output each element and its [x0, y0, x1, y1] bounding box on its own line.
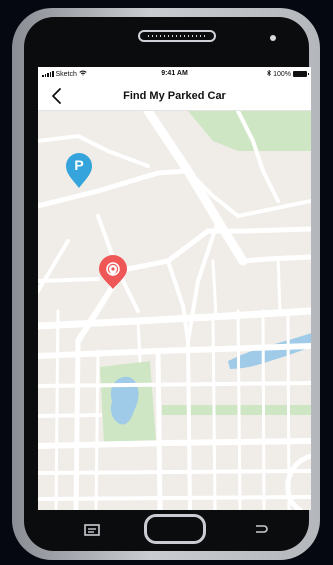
- home-button-icon[interactable]: [144, 514, 206, 544]
- navigation-bar: Find My Parked Car: [38, 82, 311, 111]
- bluetooth-icon: [267, 69, 272, 78]
- location-pin-icon[interactable]: [96, 255, 130, 291]
- front-camera: [270, 35, 276, 41]
- return-icon[interactable]: [254, 522, 268, 534]
- speaker-grille: [138, 30, 216, 42]
- device-bottom-bar: [38, 508, 311, 548]
- status-right: 100%: [267, 69, 309, 78]
- app-screen: Sketch 9:41 AM 100% Find My Parked Car P: [38, 67, 311, 510]
- map-view[interactable]: P: [38, 111, 311, 510]
- battery-percent: 100%: [273, 70, 291, 78]
- parking-pin-label: P: [74, 157, 84, 173]
- parking-pin-icon[interactable]: P: [64, 152, 94, 190]
- battery-icon: [293, 71, 309, 77]
- menu-icon[interactable]: [84, 523, 100, 536]
- page-title: Find My Parked Car: [123, 90, 226, 102]
- status-bar: Sketch 9:41 AM 100%: [38, 67, 311, 82]
